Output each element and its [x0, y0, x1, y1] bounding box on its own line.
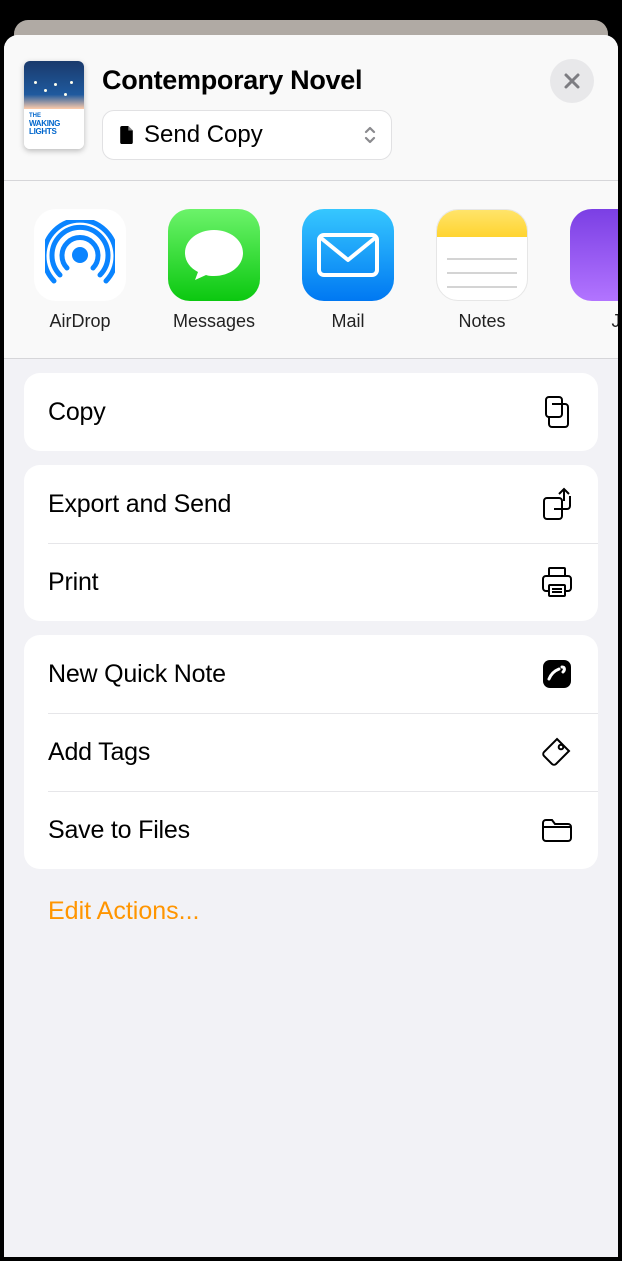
messages-icon — [168, 209, 260, 301]
tag-icon — [540, 735, 574, 769]
share-target-messages[interactable]: Messages — [168, 209, 260, 332]
share-target-notes[interactable]: Notes — [436, 209, 528, 332]
close-button[interactable] — [550, 59, 594, 103]
document-thumbnail[interactable]: THE WAKING LIGHTS — [24, 61, 84, 149]
notes-icon — [436, 209, 528, 301]
copy-icon — [540, 395, 574, 429]
print-icon — [540, 565, 574, 599]
mail-icon — [302, 209, 394, 301]
action-save-to-files[interactable]: Save to Files — [24, 791, 598, 869]
action-export-send[interactable]: Export and Send — [24, 465, 598, 543]
action-group: Copy — [24, 373, 598, 451]
folder-icon — [540, 813, 574, 847]
action-group: Export and Send Print — [24, 465, 598, 621]
sheet-header: THE WAKING LIGHTS Contemporary Novel Sen… — [4, 35, 618, 180]
action-add-tags[interactable]: Add Tags — [24, 713, 598, 791]
edit-actions-button[interactable]: Edit Actions... — [24, 883, 598, 940]
send-mode-picker[interactable]: Send Copy — [102, 110, 392, 160]
action-group: New Quick Note Add Tags Save to Files — [24, 635, 598, 869]
action-print[interactable]: Print — [24, 543, 598, 621]
action-copy[interactable]: Copy — [24, 373, 598, 451]
picker-label: Send Copy — [144, 121, 375, 149]
chevron-up-down-icon — [363, 124, 377, 146]
close-icon — [563, 72, 581, 90]
share-target-mail[interactable]: Mail — [302, 209, 394, 332]
share-target-journal[interactable]: J — [570, 209, 618, 332]
share-targets-row[interactable]: AirDrop Messages Mail Notes J — [4, 181, 618, 358]
export-send-icon — [540, 487, 574, 521]
quicknote-icon — [540, 657, 574, 691]
document-title: Contemporary Novel — [102, 65, 598, 96]
share-target-airdrop[interactable]: AirDrop — [34, 209, 126, 332]
actions-list: Copy Export and Send Print New Quick Not… — [4, 359, 618, 954]
airdrop-icon — [34, 209, 126, 301]
document-icon — [119, 126, 134, 144]
journal-icon — [570, 209, 618, 301]
action-new-quick-note[interactable]: New Quick Note — [24, 635, 598, 713]
share-sheet: THE WAKING LIGHTS Contemporary Novel Sen… — [4, 35, 618, 1257]
